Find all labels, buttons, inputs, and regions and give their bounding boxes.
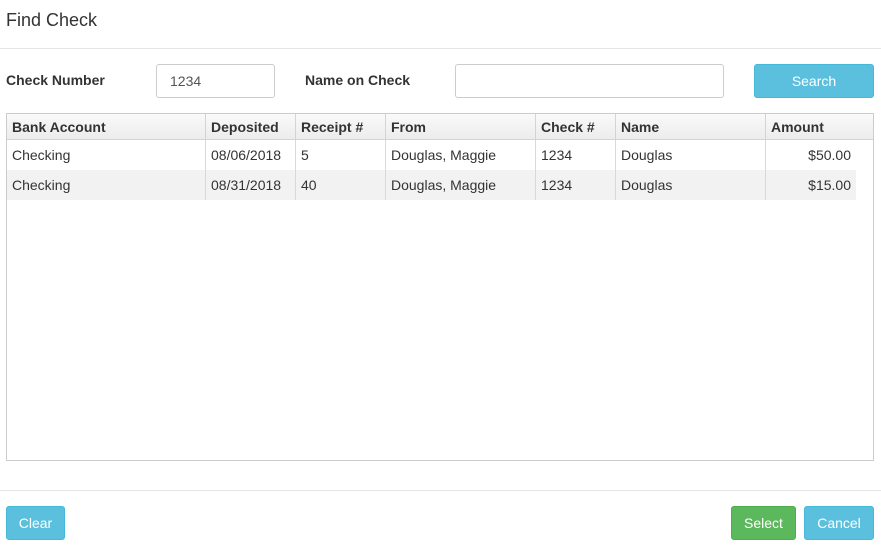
cell-amount: $15.00 — [808, 177, 851, 193]
check-number-input[interactable] — [156, 64, 275, 98]
footer-divider — [0, 490, 881, 491]
cell-deposited: 08/06/2018 — [206, 140, 296, 170]
cell-receipt: 5 — [296, 140, 386, 170]
cell-check-number: 1234 — [536, 140, 616, 170]
cell-deposited: 08/31/2018 — [206, 170, 296, 200]
table-row[interactable]: Checking 08/06/2018 5 Douglas, Maggie 12… — [7, 140, 856, 170]
clear-button[interactable]: Clear — [6, 506, 65, 540]
dialog-title: Find Check — [6, 10, 98, 30]
column-header-receipt[interactable]: Receipt # — [296, 114, 386, 140]
cell-name: Douglas — [616, 170, 766, 200]
name-on-check-input[interactable] — [455, 64, 724, 98]
column-header-check-number[interactable]: Check # — [536, 114, 616, 140]
cell-from: Douglas, Maggie — [386, 140, 536, 170]
cell-receipt: 40 — [296, 170, 386, 200]
cancel-button[interactable]: Cancel — [804, 506, 874, 540]
name-on-check-label: Name on Check — [305, 72, 411, 88]
results-grid: Bank Account Deposited Receipt # From Ch… — [6, 113, 874, 461]
select-button[interactable]: Select — [731, 506, 796, 540]
cell-check-number: 1234 — [536, 170, 616, 200]
search-button[interactable]: Search — [754, 64, 874, 98]
cell-name: Douglas — [616, 140, 766, 170]
cell-bank-account: Checking — [7, 140, 206, 170]
cell-amount: $50.00 — [808, 147, 851, 163]
table-row[interactable]: Checking 08/31/2018 40 Douglas, Maggie 1… — [7, 170, 856, 200]
column-header-amount[interactable]: Amount — [766, 114, 873, 140]
grid-header: Bank Account Deposited Receipt # From Ch… — [7, 114, 873, 140]
column-header-deposited[interactable]: Deposited — [206, 114, 296, 140]
check-number-label: Check Number — [6, 72, 105, 88]
cell-bank-account: Checking — [7, 170, 206, 200]
cell-from: Douglas, Maggie — [386, 170, 536, 200]
column-header-bank-account[interactable]: Bank Account — [7, 114, 206, 140]
header-divider — [0, 48, 881, 49]
column-header-from[interactable]: From — [386, 114, 536, 140]
column-header-name[interactable]: Name — [616, 114, 766, 140]
